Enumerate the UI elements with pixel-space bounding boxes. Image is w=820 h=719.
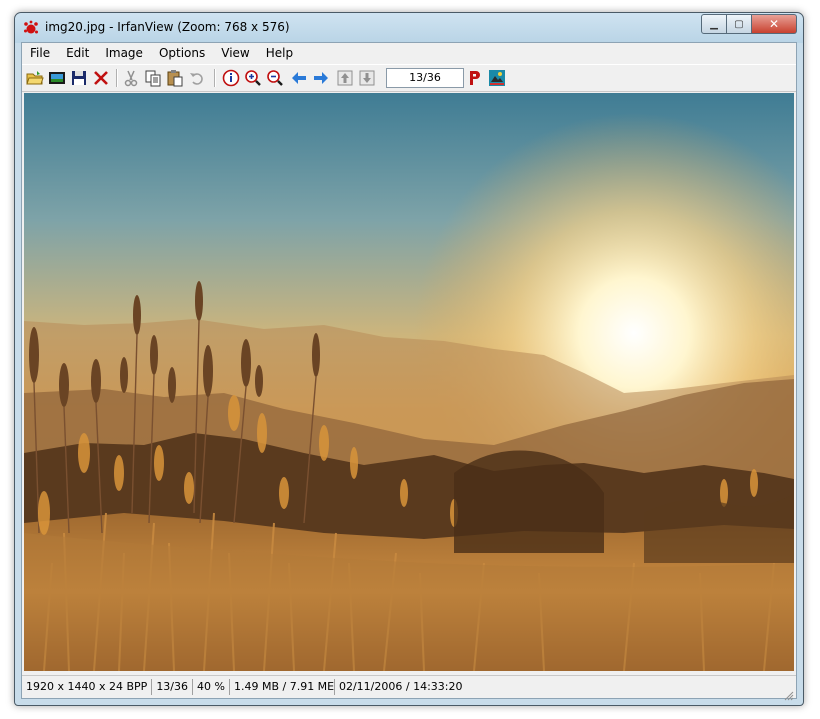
last-icon[interactable] xyxy=(358,69,376,87)
undo-icon[interactable] xyxy=(188,69,206,87)
cut-icon[interactable] xyxy=(122,69,140,87)
menu-options[interactable]: Options xyxy=(151,43,213,63)
open-folder-icon[interactable] xyxy=(26,69,44,87)
toolbar-separator xyxy=(214,69,216,87)
zoom-in-icon[interactable] xyxy=(244,69,262,87)
close-button[interactable]: ✕ xyxy=(752,14,797,34)
irfanview-window: img20.jpg - IrfanView (Zoom: 768 x 576) … xyxy=(14,12,804,706)
irfanview-app-icon[interactable] xyxy=(23,20,39,36)
menu-edit[interactable]: Edit xyxy=(58,43,97,63)
save-icon[interactable] xyxy=(70,69,88,87)
status-bar: 1920 x 1440 x 24 BPP 13/36 40 % 1.49 MB … xyxy=(22,675,796,701)
close-icon: ✕ xyxy=(768,17,780,31)
page-counter: 13/36 xyxy=(386,68,464,88)
status-zoom: 40 % xyxy=(193,679,230,695)
status-resolution: 1920 x 1440 x 24 BPP xyxy=(22,679,153,695)
print-p-icon[interactable] xyxy=(466,69,484,87)
resize-grip-icon[interactable] xyxy=(784,686,794,701)
paint-icon[interactable] xyxy=(488,69,506,87)
caption-buttons: ▁ ▢ ✕ xyxy=(701,14,797,34)
menu-bar: File Edit Image Options View Help xyxy=(22,43,796,63)
status-file-size: 1.49 MB / 7.91 ME xyxy=(230,679,335,695)
minimize-icon: ▁ xyxy=(710,18,718,30)
image-view[interactable] xyxy=(24,93,794,671)
minimize-button[interactable]: ▁ xyxy=(701,14,727,34)
maximize-button[interactable]: ▢ xyxy=(727,14,752,34)
title-bar[interactable]: img20.jpg - IrfanView (Zoom: 768 x 576) … xyxy=(15,13,803,43)
delete-icon[interactable] xyxy=(92,69,110,87)
sunset-meadow-photo xyxy=(24,93,794,671)
maximize-icon: ▢ xyxy=(734,18,744,30)
first-icon[interactable] xyxy=(336,69,354,87)
next-icon[interactable] xyxy=(312,69,330,87)
client-area: File Edit Image Options View Help 13/36 … xyxy=(21,42,797,701)
toolbar: 13/36 xyxy=(22,64,796,92)
previous-icon[interactable] xyxy=(290,69,308,87)
slideshow-icon[interactable] xyxy=(48,69,66,87)
window-title: img20.jpg - IrfanView (Zoom: 768 x 576) xyxy=(45,20,290,34)
zoom-out-icon[interactable] xyxy=(266,69,284,87)
toolbar-separator xyxy=(116,69,118,87)
menu-view[interactable]: View xyxy=(213,43,257,63)
paste-icon[interactable] xyxy=(166,69,184,87)
menu-image[interactable]: Image xyxy=(97,43,151,63)
status-index: 13/36 xyxy=(152,679,194,695)
copy-icon[interactable] xyxy=(144,69,162,87)
menu-file[interactable]: File xyxy=(22,43,58,63)
info-icon[interactable] xyxy=(222,69,240,87)
menu-help[interactable]: Help xyxy=(258,43,301,63)
status-datetime: 02/11/2006 / 14:33:20 xyxy=(338,680,463,693)
